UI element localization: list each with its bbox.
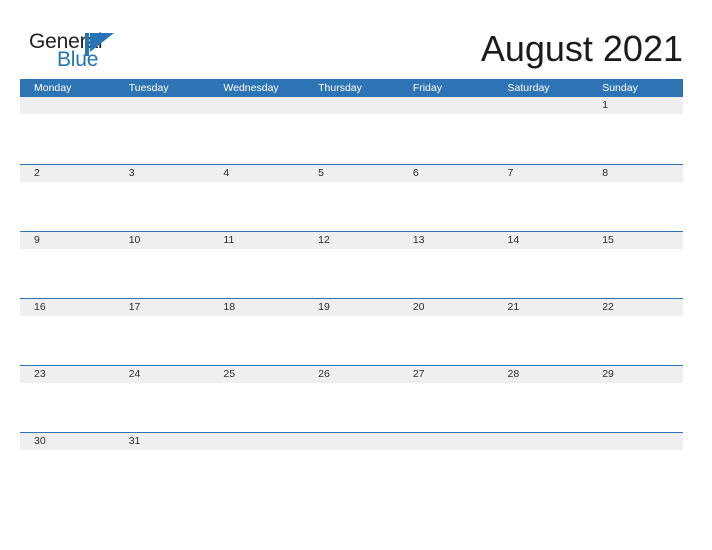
day-cell[interactable]: 27 [399, 366, 494, 383]
day-cell[interactable] [209, 97, 304, 114]
day-cell[interactable]: 29 [588, 366, 683, 383]
week-row: 16 17 18 19 20 21 22 [20, 298, 683, 365]
day-cell[interactable]: 13 [399, 232, 494, 249]
day-cell[interactable]: 9 [20, 232, 115, 249]
day-cell[interactable]: 5 [304, 165, 399, 182]
calendar-table: Monday Tuesday Wednesday Thursday Friday… [20, 79, 683, 499]
day-cell[interactable]: 21 [494, 299, 589, 316]
day-cell[interactable]: 31 [115, 433, 210, 450]
day-cell[interactable] [115, 97, 210, 114]
weekday-header-saturday: Saturday [507, 82, 550, 94]
day-cell[interactable]: 30 [20, 433, 115, 450]
day-cell[interactable] [304, 97, 399, 114]
day-cell[interactable]: 2 [20, 165, 115, 182]
week-row: 9 10 11 12 13 14 15 [20, 231, 683, 298]
day-cell[interactable] [209, 433, 304, 450]
weekday-header-row: Monday Tuesday Wednesday Thursday Friday… [20, 79, 683, 97]
day-cell[interactable] [494, 97, 589, 114]
day-cell[interactable]: 20 [399, 299, 494, 316]
date-number-band: 1 [20, 97, 683, 114]
day-cell[interactable]: 7 [494, 165, 589, 182]
day-cell[interactable] [20, 97, 115, 114]
week-event-area[interactable] [20, 383, 683, 431]
day-cell[interactable]: 11 [209, 232, 304, 249]
day-cell[interactable]: 26 [304, 366, 399, 383]
day-cell[interactable]: 18 [209, 299, 304, 316]
day-cell[interactable]: 22 [588, 299, 683, 316]
week-row: 30 31 [20, 432, 683, 499]
weekday-header-sunday: Sunday [602, 82, 638, 94]
day-cell[interactable] [399, 433, 494, 450]
date-number-band: 9 10 11 12 13 14 15 [20, 232, 683, 249]
day-cell[interactable]: 4 [209, 165, 304, 182]
day-cell[interactable]: 1 [588, 97, 683, 114]
day-cell[interactable] [588, 433, 683, 450]
day-cell[interactable]: 19 [304, 299, 399, 316]
day-cell[interactable]: 12 [304, 232, 399, 249]
weekday-header-monday: Monday [34, 82, 72, 94]
date-number-band: 16 17 18 19 20 21 22 [20, 299, 683, 316]
week-row: 23 24 25 26 27 28 29 [20, 365, 683, 432]
date-number-band: 30 31 [20, 433, 683, 450]
date-number-band: 23 24 25 26 27 28 29 [20, 366, 683, 383]
day-cell[interactable]: 17 [115, 299, 210, 316]
day-cell[interactable]: 23 [20, 366, 115, 383]
week-row: 2 3 4 5 6 7 8 [20, 164, 683, 231]
day-cell[interactable]: 10 [115, 232, 210, 249]
day-cell[interactable] [399, 97, 494, 114]
week-event-area[interactable] [20, 450, 683, 498]
day-cell[interactable]: 16 [20, 299, 115, 316]
day-cell[interactable]: 28 [494, 366, 589, 383]
day-cell[interactable]: 14 [494, 232, 589, 249]
week-event-area[interactable] [20, 114, 683, 162]
blue-triangle-flag-icon [85, 33, 116, 56]
week-row: 1 [20, 97, 683, 164]
date-number-band: 2 3 4 5 6 7 8 [20, 165, 683, 182]
weekday-header-tuesday: Tuesday [128, 82, 169, 94]
day-cell[interactable] [304, 433, 399, 450]
day-cell[interactable]: 6 [399, 165, 494, 182]
week-event-area[interactable] [20, 249, 683, 297]
day-cell[interactable] [494, 433, 589, 450]
week-event-area[interactable] [20, 182, 683, 230]
page-title: August 2021 [480, 28, 683, 69]
day-cell[interactable]: 3 [115, 165, 210, 182]
page-header: General Blue August 2021 [0, 0, 712, 79]
weekday-header-thursday: Thursday [318, 82, 362, 94]
weekday-header-friday: Friday [412, 82, 442, 94]
week-event-area[interactable] [20, 316, 683, 364]
brand-logo[interactable]: General Blue [29, 31, 124, 70]
day-cell[interactable]: 15 [588, 232, 683, 249]
day-cell[interactable]: 25 [209, 366, 304, 383]
day-cell[interactable]: 24 [115, 366, 210, 383]
day-cell[interactable]: 8 [588, 165, 683, 182]
weekday-header-wednesday: Wednesday [223, 82, 279, 94]
